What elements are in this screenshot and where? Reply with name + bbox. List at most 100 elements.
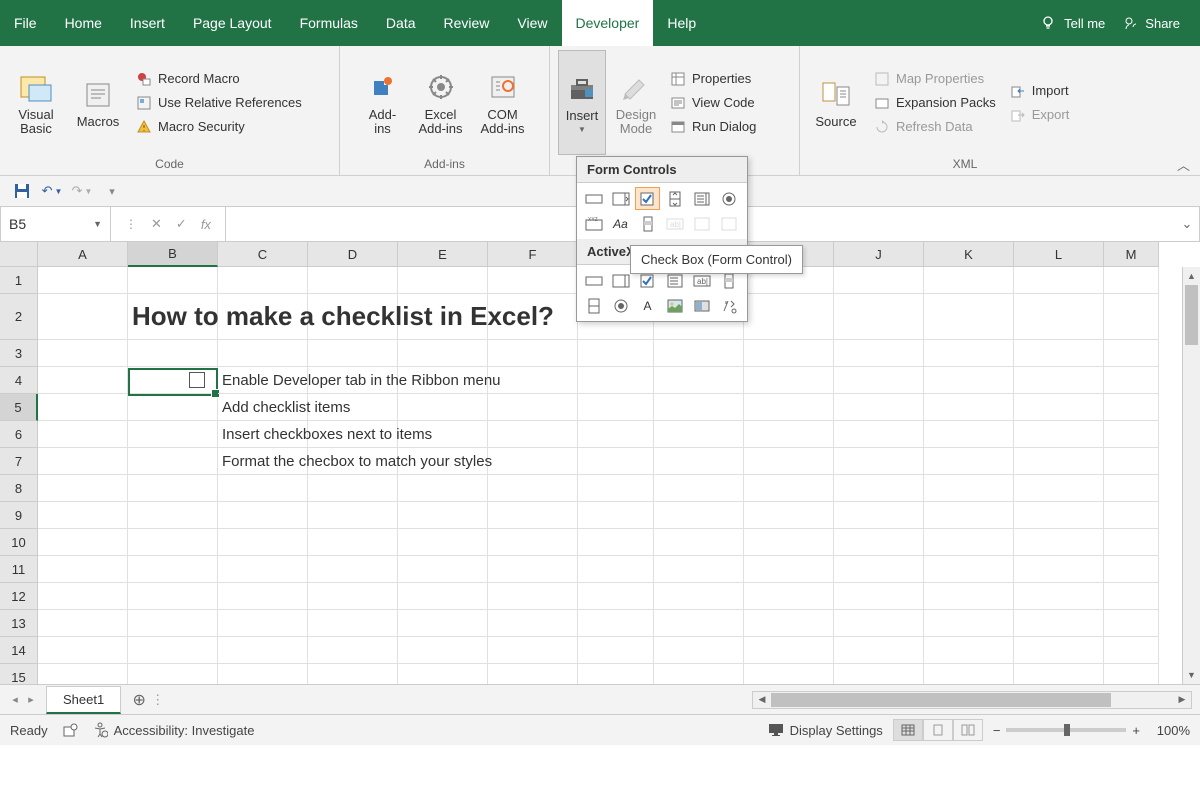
cell[interactable] xyxy=(654,421,744,448)
row-header[interactable]: 5 xyxy=(0,394,38,421)
row-header[interactable]: 1 xyxy=(0,267,38,294)
cell[interactable]: How to make a checklist in Excel? xyxy=(128,294,218,340)
activex-spinbutton-icon[interactable] xyxy=(581,294,606,317)
cell[interactable] xyxy=(488,529,578,556)
cell[interactable] xyxy=(38,502,128,529)
tab-split-handle[interactable]: ⋮ xyxy=(151,692,161,708)
cell[interactable] xyxy=(308,475,398,502)
page-break-view-button[interactable] xyxy=(953,719,983,741)
undo-button[interactable]: ↶▼ xyxy=(42,181,62,201)
cell[interactable] xyxy=(1014,267,1104,294)
cell[interactable] xyxy=(1014,556,1104,583)
cell[interactable] xyxy=(1104,610,1159,637)
cell[interactable]: Format the checbox to match your styles xyxy=(218,448,308,475)
cell[interactable] xyxy=(398,475,488,502)
cell[interactable] xyxy=(924,637,1014,664)
cell[interactable] xyxy=(654,556,744,583)
macro-security-button[interactable]: Macro Security xyxy=(132,117,306,137)
cell[interactable] xyxy=(924,421,1014,448)
row-header[interactable]: 14 xyxy=(0,637,38,664)
tab-review[interactable]: Review xyxy=(430,0,504,46)
form-checkbox-icon[interactable] xyxy=(635,187,660,210)
cell[interactable] xyxy=(834,529,924,556)
collapse-ribbon-button[interactable]: ︿ xyxy=(1177,155,1190,174)
cell[interactable] xyxy=(578,556,654,583)
row-header[interactable]: 6 xyxy=(0,421,38,448)
cell[interactable] xyxy=(128,664,218,684)
cell[interactable] xyxy=(488,340,578,367)
cell[interactable] xyxy=(924,294,1014,340)
cell[interactable] xyxy=(1104,529,1159,556)
add-sheet-button[interactable]: ⊕ xyxy=(127,688,151,712)
row-header[interactable]: 8 xyxy=(0,475,38,502)
tab-formulas[interactable]: Formulas xyxy=(286,0,372,46)
cell[interactable] xyxy=(38,529,128,556)
cell[interactable] xyxy=(398,502,488,529)
cell[interactable] xyxy=(128,583,218,610)
cell[interactable] xyxy=(924,556,1014,583)
scroll-down-button[interactable]: ▼ xyxy=(1183,666,1200,684)
cell[interactable] xyxy=(398,340,488,367)
cell[interactable] xyxy=(744,475,834,502)
activex-togglebutton-icon[interactable] xyxy=(689,294,714,317)
cell[interactable] xyxy=(38,583,128,610)
cell[interactable] xyxy=(834,340,924,367)
visual-basic-button[interactable]: Visual Basic xyxy=(8,50,64,155)
cell[interactable] xyxy=(488,583,578,610)
cell[interactable] xyxy=(308,529,398,556)
cell[interactable] xyxy=(128,556,218,583)
column-header[interactable]: A xyxy=(38,242,128,267)
cell[interactable] xyxy=(1104,394,1159,421)
row-header[interactable]: 2 xyxy=(0,294,38,340)
form-label-icon[interactable]: Aa xyxy=(608,212,633,235)
cell[interactable] xyxy=(38,610,128,637)
cell[interactable] xyxy=(38,340,128,367)
name-box[interactable]: B5 ▼ xyxy=(1,207,111,241)
cell[interactable] xyxy=(218,610,308,637)
cell[interactable] xyxy=(128,421,218,448)
cell[interactable] xyxy=(398,267,488,294)
map-properties-button[interactable]: Map Properties xyxy=(870,69,1000,89)
cell[interactable] xyxy=(1104,475,1159,502)
com-addins-button[interactable]: COM Add-ins xyxy=(475,50,531,155)
cell[interactable] xyxy=(128,610,218,637)
cell[interactable] xyxy=(488,475,578,502)
fx-button[interactable]: fx xyxy=(201,217,211,232)
expansion-packs-button[interactable]: Expansion Packs xyxy=(870,93,1000,113)
cell[interactable] xyxy=(218,475,308,502)
cell[interactable] xyxy=(1104,637,1159,664)
cell[interactable] xyxy=(128,394,218,421)
cell[interactable] xyxy=(1014,529,1104,556)
scroll-right-button[interactable]: ▶ xyxy=(1173,694,1191,705)
cell[interactable] xyxy=(128,529,218,556)
cell[interactable] xyxy=(834,664,924,684)
cell[interactable] xyxy=(654,664,744,684)
cell[interactable] xyxy=(654,502,744,529)
cell[interactable] xyxy=(744,502,834,529)
cell[interactable] xyxy=(578,583,654,610)
zoom-out-button[interactable]: − xyxy=(993,723,1001,738)
hscroll-thumb[interactable] xyxy=(771,693,1111,707)
form-listbox-icon[interactable] xyxy=(689,187,714,210)
cell[interactable] xyxy=(38,394,128,421)
cell[interactable] xyxy=(218,637,308,664)
cell[interactable] xyxy=(38,267,128,294)
cell[interactable]: Enable Developer tab in the Ribbon menu xyxy=(218,367,308,394)
cell[interactable] xyxy=(578,664,654,684)
zoom-level[interactable]: 100% xyxy=(1146,723,1190,738)
source-button[interactable]: Source xyxy=(808,50,864,155)
activex-commandbutton-icon[interactable] xyxy=(581,269,606,292)
column-header[interactable]: L xyxy=(1014,242,1104,267)
cell[interactable] xyxy=(38,475,128,502)
vertical-scrollbar[interactable]: ▲ ▼ xyxy=(1182,267,1200,684)
select-all-button[interactable] xyxy=(0,242,38,267)
cell[interactable] xyxy=(488,421,578,448)
cell[interactable] xyxy=(398,664,488,684)
cell[interactable] xyxy=(834,448,924,475)
macro-record-status-icon[interactable] xyxy=(62,722,78,738)
cell[interactable] xyxy=(654,340,744,367)
cell[interactable] xyxy=(834,394,924,421)
cell[interactable] xyxy=(1014,448,1104,475)
cell[interactable] xyxy=(654,394,744,421)
column-header[interactable]: C xyxy=(218,242,308,267)
